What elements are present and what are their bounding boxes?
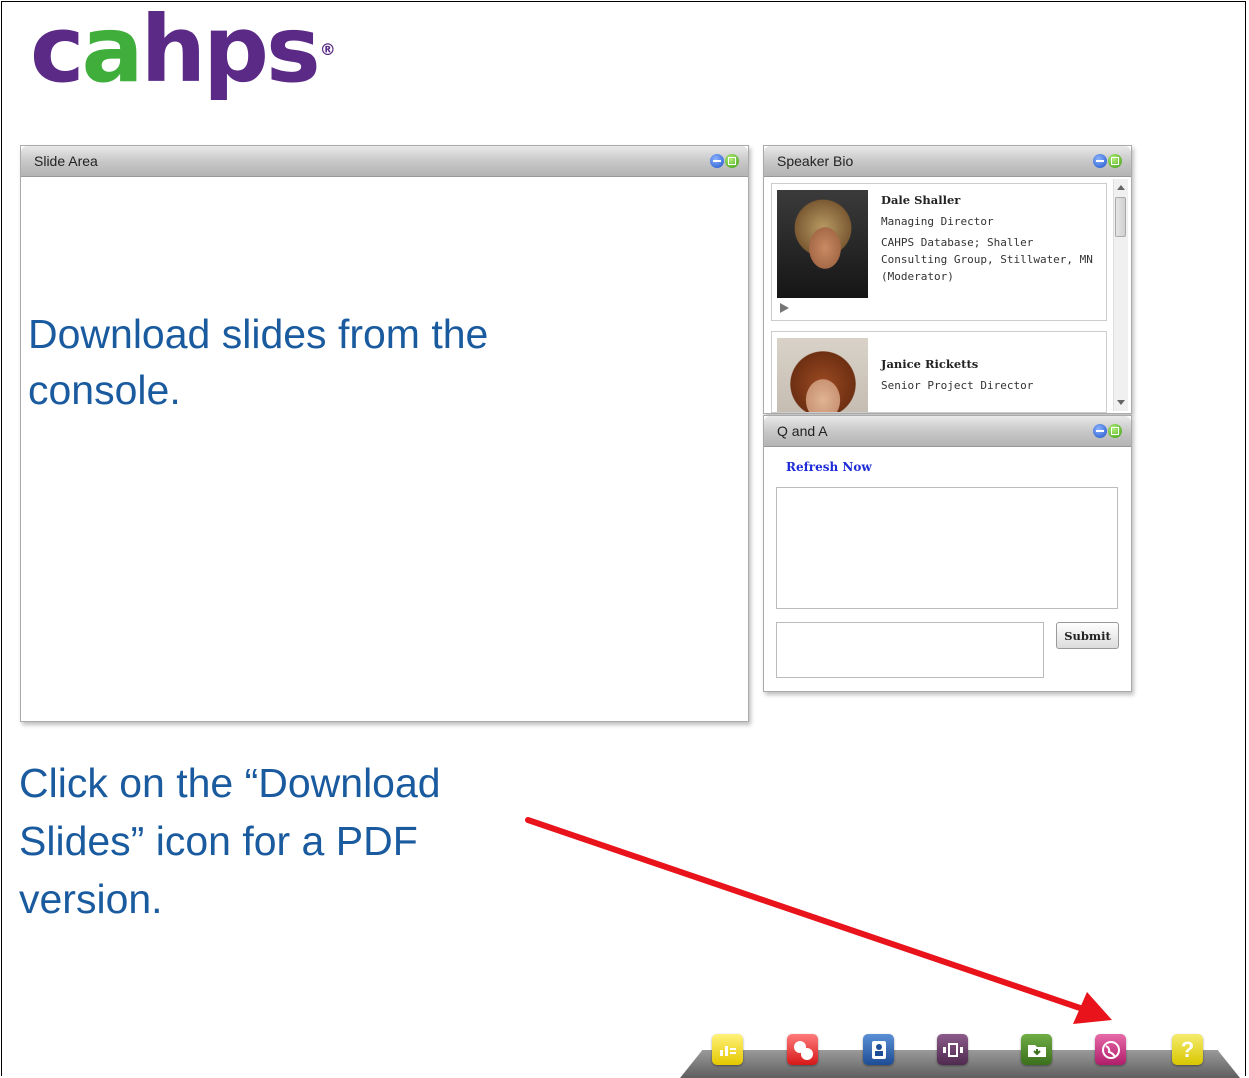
speaker-bio-panel: Speaker Bio Dale Shaller Managing Direct… bbox=[763, 145, 1132, 414]
qa-panel: Q and A Refresh Now Submit bbox=[763, 415, 1132, 692]
slide-area-title: Slide Area bbox=[34, 153, 98, 169]
instruction-text: Click on the “Download Slides” icon for … bbox=[19, 760, 441, 922]
speaker-name: Janice Ricketts bbox=[881, 357, 979, 371]
speaker-bio-icon[interactable] bbox=[863, 1034, 894, 1065]
slide-message: Download slides from the console. bbox=[28, 311, 489, 413]
slide-area-panel: Slide Area Download slides from the cons… bbox=[20, 145, 749, 722]
poll-icon[interactable] bbox=[712, 1034, 743, 1065]
qa-title: Q and A bbox=[777, 423, 828, 439]
refresh-now-link[interactable]: Refresh Now bbox=[786, 460, 872, 474]
speaker-bio-title: Speaker Bio bbox=[777, 153, 854, 169]
speaker-affiliation: CAHPS Database; Shaller Consulting Group… bbox=[881, 236, 1093, 283]
help-icon[interactable]: ? bbox=[1172, 1034, 1203, 1065]
question-input[interactable] bbox=[776, 622, 1044, 678]
speaker-bio-header: Speaker Bio bbox=[764, 146, 1131, 177]
maximize-icon[interactable] bbox=[1108, 424, 1122, 438]
web-links-icon[interactable] bbox=[1095, 1034, 1126, 1065]
speaker-name: Dale Shaller bbox=[881, 193, 961, 207]
speaker-role: Senior Project Director bbox=[881, 379, 1034, 392]
submit-button[interactable]: Submit bbox=[1056, 622, 1119, 649]
speaker-card[interactable]: Dale Shaller Managing Director CAHPS Dat… bbox=[771, 183, 1107, 321]
scroll-up-icon[interactable] bbox=[1117, 185, 1125, 190]
minimize-icon[interactable] bbox=[1093, 154, 1107, 168]
qa-icon[interactable] bbox=[787, 1034, 818, 1065]
speaker-role: Managing Director bbox=[881, 215, 994, 228]
scroll-down-icon[interactable] bbox=[1117, 400, 1125, 405]
speaker-list[interactable]: Dale Shaller Managing Director CAHPS Dat… bbox=[764, 177, 1131, 413]
play-icon[interactable] bbox=[780, 303, 789, 313]
scroll-thumb[interactable] bbox=[1115, 197, 1126, 237]
download-slides-icon[interactable] bbox=[1021, 1034, 1052, 1065]
minimize-icon[interactable] bbox=[1093, 424, 1107, 438]
cahps-logo: cahps ® bbox=[30, 0, 336, 103]
qa-messages-area[interactable] bbox=[776, 487, 1118, 609]
media-player-icon[interactable] bbox=[937, 1034, 968, 1065]
speaker-photo bbox=[777, 338, 868, 412]
qa-header: Q and A bbox=[764, 416, 1131, 447]
speaker-photo bbox=[777, 190, 868, 298]
slide-area-header: Slide Area bbox=[21, 146, 748, 177]
maximize-icon[interactable] bbox=[725, 154, 739, 168]
speaker-scrollbar[interactable] bbox=[1113, 179, 1128, 411]
maximize-icon[interactable] bbox=[1108, 154, 1122, 168]
speaker-card[interactable]: Janice Ricketts Senior Project Director bbox=[771, 331, 1107, 413]
minimize-icon[interactable] bbox=[710, 154, 724, 168]
